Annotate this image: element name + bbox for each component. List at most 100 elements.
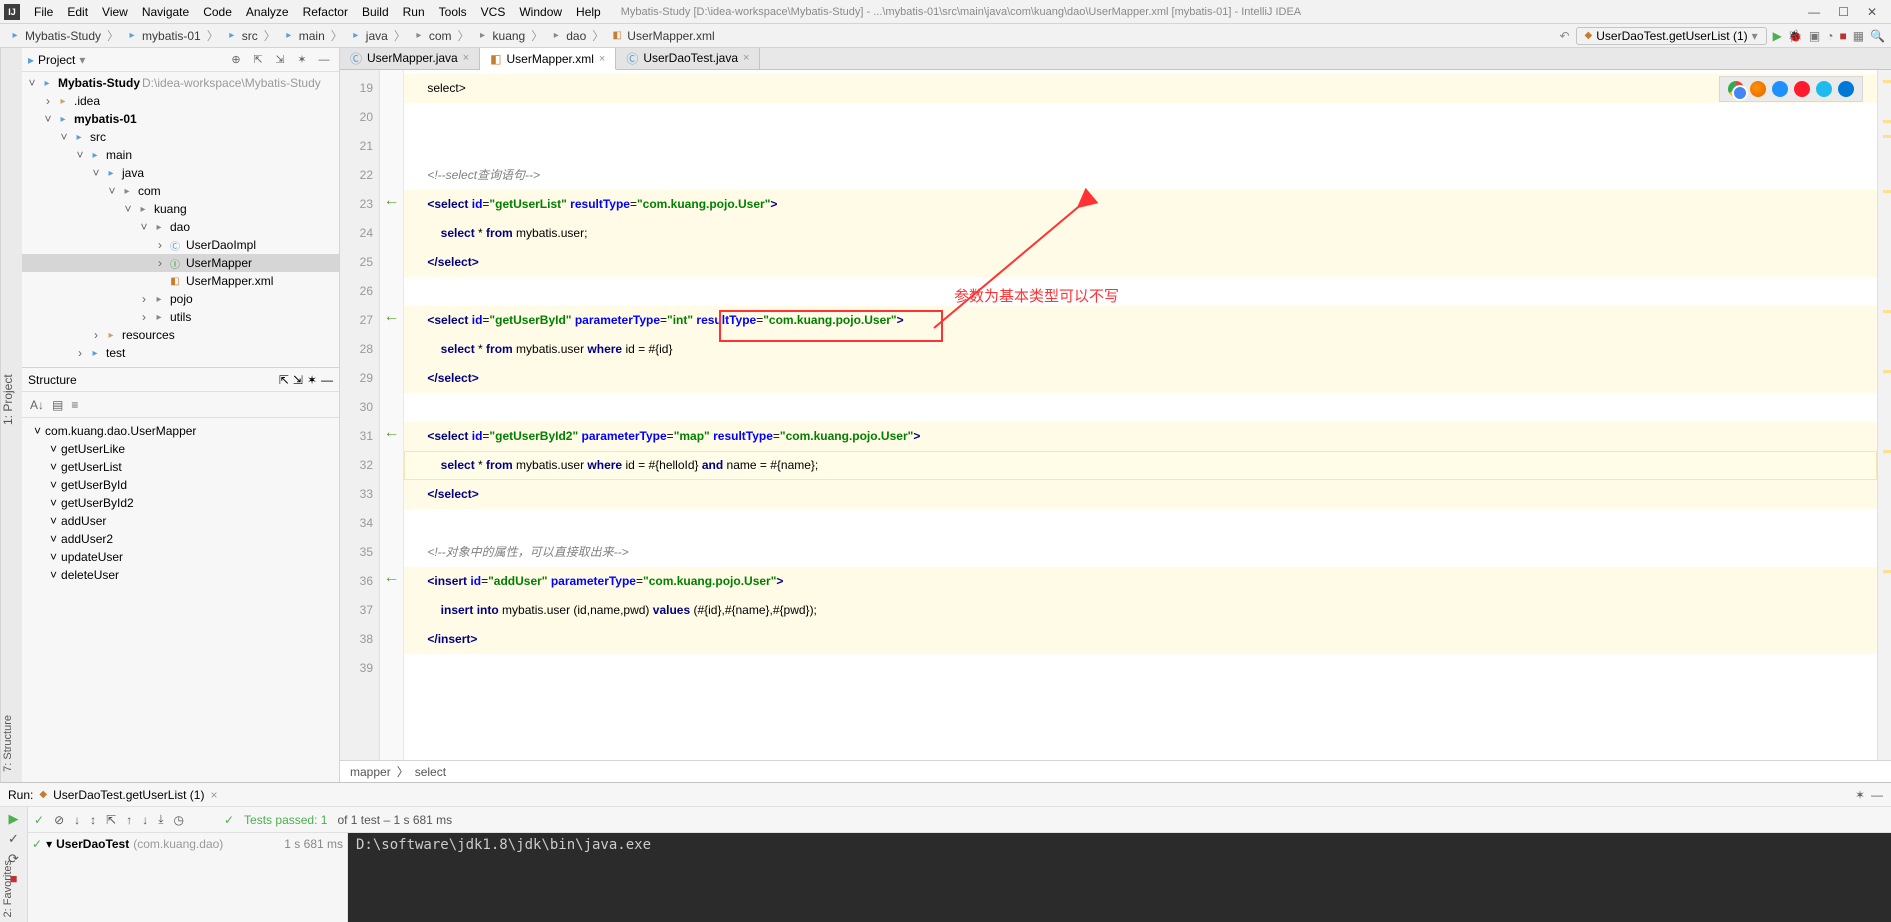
code-line[interactable]: <select id="getUserList" resultType="com… — [404, 190, 1877, 219]
back-icon[interactable]: ↶ — [1559, 29, 1569, 43]
struct-collapse-icon[interactable]: ⇲ — [293, 373, 303, 387]
history-icon[interactable]: ◷ — [174, 813, 184, 827]
gutter[interactable]: 1920212223242526272829303132333435363738… — [340, 70, 380, 760]
editor-breadcrumb[interactable]: mapper〉select — [340, 760, 1891, 782]
next-icon[interactable]: ↓ — [142, 813, 148, 827]
code-line[interactable]: <select id="getUserById" parameterType="… — [404, 306, 1877, 335]
close-button[interactable]: ✕ — [1867, 5, 1877, 19]
chrome-icon[interactable] — [1728, 81, 1744, 97]
menu-analyze[interactable]: Analyze — [240, 3, 295, 21]
export-icon[interactable]: ⤓ — [158, 812, 163, 827]
crumb-module[interactable]: ▸mybatis-01 — [123, 29, 203, 43]
opera-icon[interactable] — [1794, 81, 1810, 97]
code-line[interactable] — [404, 277, 1877, 306]
sort-icon[interactable]: ↓ — [74, 813, 80, 827]
show-passed-icon[interactable]: ✓ — [34, 813, 44, 827]
run-button[interactable]: ▶ — [1773, 29, 1782, 43]
tab-usermapper-java[interactable]: ⒸUserMapper.java× — [340, 48, 480, 69]
run-config-selector[interactable]: ◆ UserDaoTest.getUserList (1) ▾ — [1576, 27, 1767, 45]
menu-window[interactable]: Window — [513, 3, 568, 21]
tab-userdaotest-java[interactable]: ⒸUserDaoTest.java× — [616, 48, 760, 69]
collapse-icon[interactable]: ⇱ — [106, 813, 116, 827]
menu-view[interactable]: View — [96, 3, 134, 21]
toolwin-project[interactable]: 1: Project — [1, 375, 15, 426]
menu-vcs[interactable]: VCS — [475, 3, 512, 21]
menu-refactor[interactable]: Refactor — [297, 3, 354, 21]
debug-button[interactable]: 🐞 — [1788, 29, 1803, 43]
filter-icon[interactable]: ≡ — [71, 398, 78, 412]
code-line[interactable]: <!--select查询语句--> — [404, 161, 1877, 190]
crumb-root[interactable]: ▸Mybatis-Study — [6, 29, 103, 43]
prev-icon[interactable]: ↑ — [126, 813, 132, 827]
stop-button[interactable]: ■ — [1839, 29, 1846, 43]
menu-edit[interactable]: Edit — [61, 3, 94, 21]
struct-expand-icon[interactable]: ⇱ — [279, 373, 289, 387]
coverage-button[interactable]: ▣ — [1809, 29, 1820, 43]
maximize-button[interactable]: ☐ — [1838, 5, 1849, 19]
collapse-all-icon[interactable]: ⇲ — [271, 51, 289, 69]
code-line[interactable]: <insert id="addUser" parameterType="com.… — [404, 567, 1877, 596]
minimize-button[interactable]: — — [1808, 5, 1820, 19]
structure-tree[interactable]: ˅com.kuang.dao.UserMapper ˅getUserLike ˅… — [22, 418, 339, 782]
run-output[interactable]: D:\software\jdk1.8\jdk\bin\java.exe — [348, 833, 1891, 922]
code-line[interactable]: </select> — [404, 480, 1877, 509]
rerun-icon[interactable]: ▶ — [9, 811, 19, 827]
project-tree[interactable]: ˅▸Mybatis-Study D:\idea-workspace\Mybati… — [22, 72, 339, 368]
menu-build[interactable]: Build — [356, 3, 395, 21]
settings-icon[interactable]: ✶ — [293, 51, 311, 69]
crumb-kuang[interactable]: ▸kuang — [474, 29, 528, 43]
code-line[interactable] — [404, 509, 1877, 538]
ie-icon[interactable] — [1816, 81, 1832, 97]
code-lines[interactable]: 参数为基本类型可以不写 select> <!--select查询语句--> <s… — [404, 70, 1877, 760]
crumb-java[interactable]: ▸java — [347, 29, 390, 43]
safari-icon[interactable] — [1772, 81, 1788, 97]
code-line[interactable]: <!--对象中的属性，可以直接取出来--> — [404, 538, 1877, 567]
code-line[interactable] — [404, 103, 1877, 132]
struct-hide-icon[interactable]: — — [321, 373, 333, 387]
code-line[interactable]: select * from mybatis.user where id = #{… — [404, 451, 1877, 480]
expand-icon[interactable]: ↕ — [90, 813, 96, 827]
code-line[interactable] — [404, 654, 1877, 683]
code-line[interactable]: insert into mybatis.user (id,name,pwd) v… — [404, 596, 1877, 625]
firefox-icon[interactable] — [1750, 81, 1766, 97]
search-icon[interactable]: 🔍 — [1870, 29, 1885, 43]
crumb-src[interactable]: ▸src — [223, 29, 260, 43]
code-line[interactable]: select * from mybatis.user where id = #{… — [404, 335, 1877, 364]
struct-settings-icon[interactable]: ✶ — [307, 373, 317, 387]
crumb-dao[interactable]: ▸dao — [547, 29, 588, 43]
show-ignored-icon[interactable]: ⊘ — [54, 813, 64, 827]
select-opened-file-icon[interactable]: ⊕ — [227, 51, 245, 69]
expand-all-icon[interactable]: ⇱ — [249, 51, 267, 69]
crumb-file[interactable]: ◧UserMapper.xml — [608, 29, 716, 43]
close-icon[interactable]: × — [599, 53, 605, 65]
menu-file[interactable]: File — [28, 3, 59, 21]
menu-code[interactable]: Code — [197, 3, 238, 21]
code-line[interactable]: <select id="getUserById2" parameterType=… — [404, 422, 1877, 451]
code-line[interactable]: </select> — [404, 364, 1877, 393]
code-line[interactable]: select * from mybatis.user; — [404, 219, 1877, 248]
code-line[interactable]: select> — [404, 74, 1877, 103]
test-tree[interactable]: ✓ ▾ UserDaoTest (com.kuang.dao) 1 s 681 … — [28, 833, 348, 922]
crumb-com[interactable]: ▸com — [410, 29, 454, 43]
code-line[interactable]: </select> — [404, 248, 1877, 277]
group-icon[interactable]: ▤ — [52, 398, 63, 412]
run-tab-close-icon[interactable]: × — [210, 788, 217, 802]
code-line[interactable]: </insert> — [404, 625, 1877, 654]
error-stripe[interactable] — [1877, 70, 1891, 760]
toolwin-structure[interactable]: 7: Structure — [2, 715, 14, 772]
profile-button[interactable]: ◔ — [1826, 29, 1833, 43]
layout-button[interactable]: ▦ — [1853, 29, 1864, 43]
close-icon[interactable]: × — [743, 52, 749, 64]
sort-alpha-icon[interactable]: A↓ — [30, 398, 44, 412]
menu-tools[interactable]: Tools — [433, 3, 473, 21]
edge-icon[interactable] — [1838, 81, 1854, 97]
code-line[interactable] — [404, 132, 1877, 161]
code-line[interactable] — [404, 393, 1877, 422]
run-hide-icon[interactable]: — — [1871, 788, 1883, 802]
menu-help[interactable]: Help — [570, 3, 607, 21]
crumb-main[interactable]: ▸main — [280, 29, 327, 43]
run-settings-icon[interactable]: ✶ — [1855, 788, 1865, 802]
menu-navigate[interactable]: Navigate — [136, 3, 195, 21]
tab-usermapper-xml[interactable]: ◧UserMapper.xml× — [480, 48, 616, 70]
hide-icon[interactable]: — — [315, 51, 333, 69]
